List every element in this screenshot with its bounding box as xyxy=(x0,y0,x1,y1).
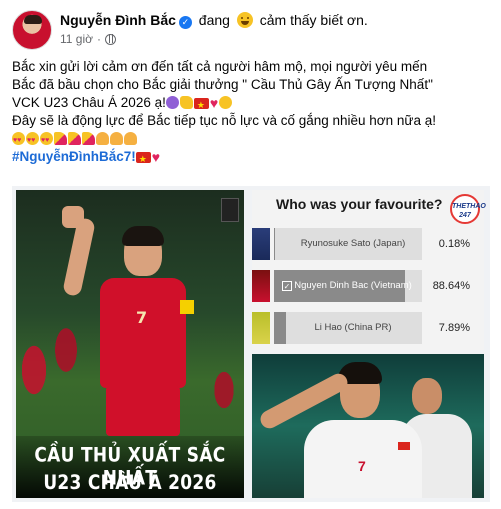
party-popper-icon xyxy=(82,132,95,145)
clapping-hands-icon xyxy=(179,96,193,109)
party-popper-icon xyxy=(54,132,67,145)
jersey-number: 7 xyxy=(136,308,148,327)
post-line-2: Bắc đã bầu chọn cho Bắc giải thưởng " Cầ… xyxy=(12,77,433,92)
poll-title: Who was your favourite? xyxy=(276,196,443,212)
vietnam-flag-icon xyxy=(135,150,151,168)
poll-percent: 88.64% xyxy=(432,280,470,292)
party-popper-icon xyxy=(68,132,81,145)
feeling-text: cảm thấy biết ơn. xyxy=(259,12,368,28)
heart-eyes-icon xyxy=(26,132,39,150)
author-name[interactable]: Nguyễn Đình Bắc xyxy=(60,12,176,28)
poll-option-label: Li Hao (China PR) xyxy=(314,322,392,333)
post-line-3: VCK U23 Châu Á 2026 ạ! xyxy=(12,94,492,114)
post-line-3-text: VCK U23 Châu Á 2026 ạ! xyxy=(12,95,166,110)
broadcaster-logo xyxy=(221,198,239,222)
separator-dot: · xyxy=(97,32,101,46)
poll-option-2: Nguyen Dinh Bac (Vietnam) ✓ 88.64% xyxy=(252,270,484,302)
post-timestamp[interactable]: 11 giờ xyxy=(60,32,93,46)
poll-bar: Nguyen Dinh Bac (Vietnam) ✓ xyxy=(274,270,422,302)
poll-image[interactable]: Who was your favourite? THETHAO 247 Ryun… xyxy=(252,190,486,350)
vietnam-flag-icon xyxy=(193,96,209,114)
red-heart-icon xyxy=(210,94,218,112)
poll-bar: Li Hao (China PR) xyxy=(274,312,422,344)
thethao247-logo: THETHAO 247 xyxy=(450,194,486,224)
poll-percent: 0.18% xyxy=(438,238,470,250)
checkbox-icon: ✓ xyxy=(282,281,292,291)
heart-eyes-icon xyxy=(12,132,25,150)
award-photo[interactable]: 7 CẦU THỦ XUẤT SẮC NHẤT U23 CHÂU Á 2026 xyxy=(16,190,244,498)
salute-photo[interactable]: 7 xyxy=(252,354,484,498)
poll-percent: 7.89% xyxy=(438,322,470,334)
player-thumbnail xyxy=(252,228,270,260)
post-text: Bắc xin gửi lời cảm ơn đến tất cả người … xyxy=(12,58,492,168)
heart-eyes-icon xyxy=(40,132,53,150)
poll-option-label: Ryunosuke Sato (Japan) xyxy=(300,238,406,249)
jersey-number: 7 xyxy=(358,458,366,474)
smiling-face-icon xyxy=(219,96,233,109)
poll-option-1: Ryunosuke Sato (Japan) 0.18% xyxy=(252,228,484,260)
globe-icon[interactable] xyxy=(105,33,116,45)
post-media: 7 CẦU THỦ XUẤT SẮC NHẤT U23 CHÂU Á 2026 … xyxy=(12,186,490,502)
poll-option-label: Nguyen Dinh Bac (Vietnam) xyxy=(294,280,412,291)
hashtag-link[interactable]: #NguyễnĐìnhBắc7! xyxy=(12,149,136,164)
hashtag-line: #NguyễnĐìnhBắc7! xyxy=(12,148,492,168)
post-header: Nguyễn Đình Bắc ✓ đang cảm thấy biết ơn. xyxy=(60,12,368,29)
smiling-devil-icon xyxy=(165,96,179,109)
author-avatar[interactable] xyxy=(12,10,52,50)
heart-hands-icon xyxy=(96,132,109,145)
poll-option-3: Li Hao (China PR) 7.89% xyxy=(252,312,484,344)
celebrating-player: 7 xyxy=(62,206,204,460)
verified-badge-icon: ✓ xyxy=(178,16,192,29)
feeling-prefix: đang xyxy=(198,12,230,28)
award-caption-line2: U23 CHÂU Á 2026 xyxy=(43,471,217,495)
facebook-post: Nguyễn Đình Bắc ✓ đang cảm thấy biết ơn. … xyxy=(0,0,501,509)
red-heart-icon xyxy=(152,148,160,166)
post-line-4: Đây sẽ là động lực để Bắc tiếp tục nỗ lự… xyxy=(12,113,436,128)
post-meta: 11 giờ · xyxy=(60,32,116,46)
poll-bar: Ryunosuke Sato (Japan) xyxy=(274,228,422,260)
player-thumbnail xyxy=(252,312,270,344)
emoji-line xyxy=(12,130,492,150)
heart-hands-icon xyxy=(110,132,123,145)
player-thumbnail xyxy=(252,270,270,302)
post-line-1: Bắc xin gửi lời cảm ơn đến tất cả người … xyxy=(12,59,428,74)
smiling-face-icon xyxy=(236,12,253,28)
heart-hands-icon xyxy=(124,132,137,145)
